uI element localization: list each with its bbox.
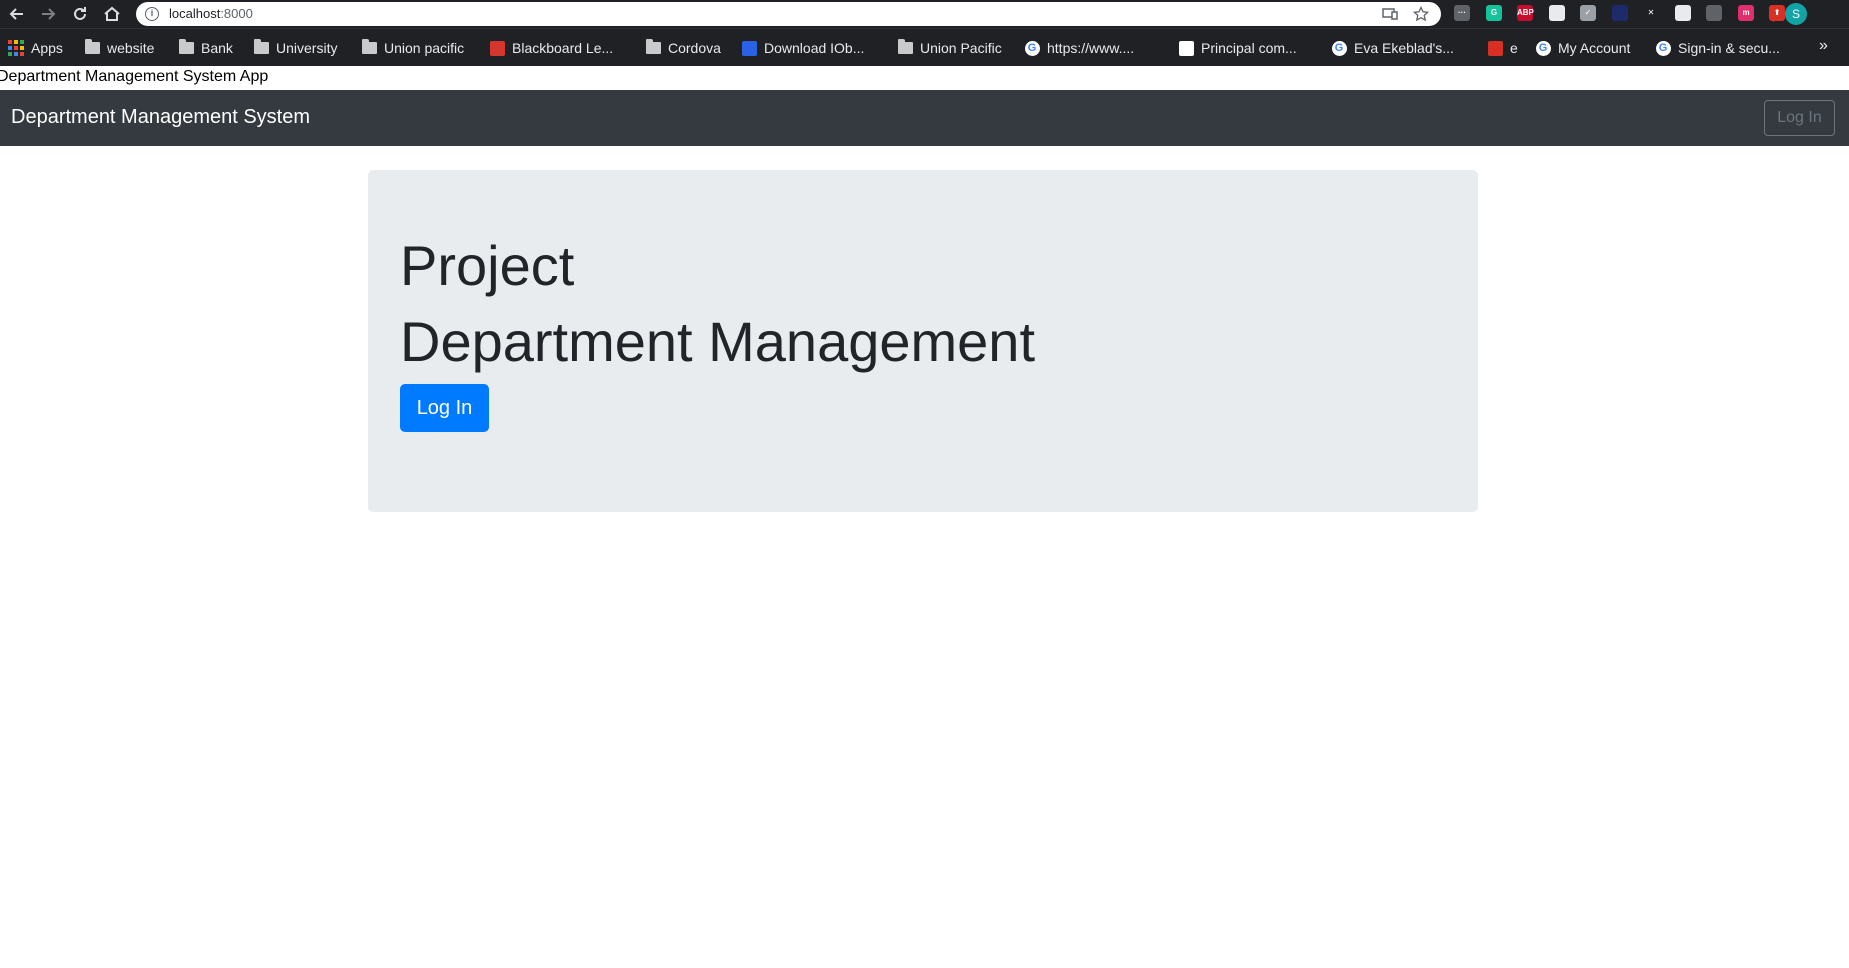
folder-icon bbox=[178, 39, 194, 56]
bookmark-item[interactable]: Ghttps://www.... bbox=[1024, 38, 1134, 58]
address-bar[interactable]: i localhost:8000 bbox=[136, 2, 1441, 26]
adblock-plus-extension-icon[interactable]: ABP bbox=[1517, 5, 1534, 21]
reload-icon[interactable] bbox=[70, 4, 90, 24]
home-icon[interactable] bbox=[102, 4, 122, 24]
jumbotron-heading-project: Project bbox=[400, 234, 575, 297]
more-extension-icon[interactable]: ··· bbox=[1454, 5, 1470, 21]
folder-icon bbox=[645, 39, 661, 56]
forward-arrow-icon[interactable] bbox=[38, 4, 58, 24]
upload-extension-icon[interactable]: ⬆ bbox=[1769, 5, 1785, 21]
close-extension-icon[interactable]: ✕ bbox=[1643, 5, 1659, 21]
navbar-brand[interactable]: Department Management System bbox=[11, 105, 310, 129]
red-site-icon bbox=[1487, 40, 1503, 56]
url-text[interactable]: localhost:8000 bbox=[169, 6, 253, 21]
bookmark-item[interactable]: Download IOb... bbox=[741, 38, 864, 58]
bookmark-label: website bbox=[107, 40, 155, 56]
bookmark-label: https://www.... bbox=[1047, 40, 1135, 56]
google-icon: G bbox=[1655, 40, 1671, 56]
bookmark-label: University bbox=[276, 40, 338, 56]
bookmark-label: Apps bbox=[31, 40, 63, 56]
bookmark-item[interactable]: University bbox=[253, 38, 337, 58]
navbar-login-button[interactable]: Log In bbox=[1764, 100, 1835, 136]
bookmark-label: Download IOb... bbox=[764, 40, 865, 56]
bookmark-label: My Account bbox=[1558, 40, 1631, 56]
apps-grid-icon bbox=[8, 40, 24, 56]
bookmark-label: Principal com... bbox=[1201, 40, 1297, 56]
check-extension-icon[interactable]: ✓ bbox=[1580, 5, 1596, 21]
bookmark-item[interactable]: G Sign-in & secu... bbox=[1655, 38, 1780, 58]
url-host: localhost bbox=[169, 6, 221, 21]
more-bookmarks-chevron-icon[interactable]: » bbox=[1819, 37, 1828, 55]
document-title-text: Department Management System App bbox=[0, 68, 269, 85]
google-icon: G bbox=[1535, 40, 1551, 56]
bookmark-item[interactable]: Union pacific bbox=[361, 38, 464, 58]
folder-icon bbox=[897, 39, 913, 56]
grid-extension-icon[interactable] bbox=[1706, 5, 1722, 21]
bookmark-item[interactable]: G Eva Ekeblad's... bbox=[1331, 38, 1454, 58]
m-extension-icon[interactable]: m bbox=[1738, 5, 1754, 21]
url-port: :8000 bbox=[220, 6, 253, 21]
back-arrow-icon[interactable] bbox=[7, 4, 27, 24]
bookmark-label: Sign-in & secu... bbox=[1678, 40, 1780, 56]
folder-icon bbox=[84, 39, 100, 56]
toolbar-separator bbox=[1773, 6, 1774, 22]
bookmark-item[interactable]: e bbox=[1487, 38, 1518, 58]
bookmark-item[interactable]: Union Pacific bbox=[897, 38, 1002, 58]
folder-icon bbox=[253, 39, 269, 56]
bookmark-label: Bank bbox=[201, 40, 233, 56]
bookmark-label: Cordova bbox=[668, 40, 721, 56]
browser-toolbar: i localhost:8000 ··· G ABP ✓ ✕ m ⬆ S bbox=[0, 0, 1849, 28]
bookmark-item[interactable]: Principal com... bbox=[1178, 38, 1297, 58]
bookmark-label: e bbox=[1510, 40, 1518, 56]
dark-extension-icon[interactable] bbox=[1612, 5, 1628, 21]
bookmark-item[interactable]: Cordova bbox=[645, 38, 721, 58]
profile-avatar[interactable]: S bbox=[1785, 3, 1807, 25]
jumbotron: Project Department Management Log In bbox=[368, 170, 1478, 512]
document-extension-icon[interactable] bbox=[1549, 5, 1565, 21]
login-button[interactable]: Log In bbox=[400, 384, 489, 432]
star-icon[interactable] bbox=[1412, 5, 1430, 22]
blackboard-icon bbox=[489, 40, 505, 56]
google-icon: G bbox=[1024, 40, 1040, 56]
printer-extension-icon[interactable] bbox=[1675, 5, 1691, 21]
w-icon bbox=[1178, 40, 1194, 56]
google-icon: G bbox=[1331, 40, 1347, 56]
bookmark-item[interactable]: Bank bbox=[178, 38, 233, 58]
bookmark-label: Blackboard Le... bbox=[512, 40, 614, 56]
bookmark-label: Union pacific bbox=[384, 40, 465, 56]
bookmark-item[interactable]: Apps bbox=[8, 38, 63, 58]
info-icon[interactable]: i bbox=[145, 7, 159, 21]
bookmark-item[interactable]: Blackboard Le... bbox=[489, 38, 613, 58]
bookmark-label: Union Pacific bbox=[920, 40, 1002, 56]
iobit-icon bbox=[741, 40, 757, 56]
navbar: Department Management System Log In bbox=[0, 90, 1849, 146]
bookmark-label: Eva Ekeblad's... bbox=[1354, 40, 1454, 56]
install-app-icon[interactable] bbox=[1382, 6, 1398, 22]
bookmark-item[interactable]: website bbox=[84, 38, 154, 58]
bookmark-item[interactable]: G My Account bbox=[1535, 38, 1630, 58]
folder-icon bbox=[361, 39, 377, 56]
bookmarks-bar: Apps website Bank University Union pacific Bl… bbox=[0, 28, 1849, 66]
grammarly-extension-icon[interactable]: G bbox=[1486, 5, 1502, 21]
jumbotron-heading-department: Department Management bbox=[400, 310, 1036, 373]
